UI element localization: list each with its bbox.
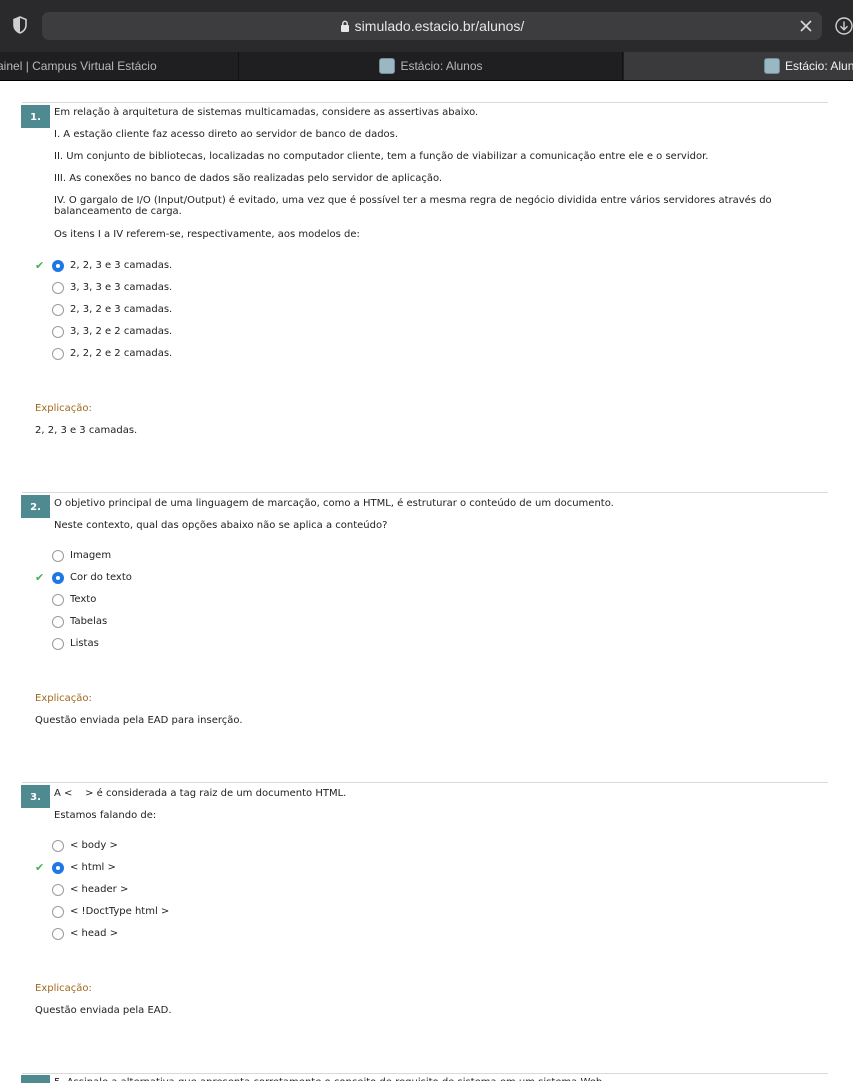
answer-option[interactable]: ✔ < html > [0,861,400,875]
favicon-icon [379,57,396,74]
option-label: 2, 3, 2 e 3 camadas. [70,304,173,315]
answer-option[interactable]: Texto [0,593,400,607]
question-statement: O objetivo principal de uma linguagem de… [54,498,614,509]
option-label: Listas [70,638,99,649]
option-label: < !DoctType html > [70,906,170,917]
explanation-label: Explicação: [35,693,92,704]
question-prompt: Neste contexto, qual das opções abaixo n… [54,520,388,531]
tab-strip: ainel | Campus Virtual Estácio Estácio: … [0,52,853,81]
shield-icon[interactable] [12,16,28,34]
option-label: 2, 2, 2 e 2 camadas. [70,348,173,359]
url-display[interactable]: simulado.estacio.br/alunos/ [42,12,822,40]
answer-option[interactable]: Imagem [0,549,400,563]
answer-option[interactable]: ✔ Cor do texto [0,571,400,585]
correct-check-icon: ✔ [35,571,45,584]
radio-button[interactable] [52,550,64,562]
explanation-text: Questão enviada pela EAD. [35,1005,172,1016]
question-number-badge: 2. [21,495,50,518]
divider [22,782,828,783]
option-label: Cor do texto [70,572,132,583]
tab-title: Estácio: Alunos [400,59,483,73]
option-label: < head > [70,928,119,939]
answer-option[interactable]: < header > [0,883,400,897]
download-icon[interactable] [834,16,853,36]
divider [22,102,828,103]
option-label: Texto [70,594,97,605]
explanation-text: 2, 2, 3 e 3 camadas. [35,425,138,436]
radio-button[interactable] [52,840,64,852]
question-statement: IV. O gargalo de I/O (Input/Output) é ev… [54,195,772,217]
question-statement: II. Um conjunto de bibliotecas, localiza… [54,151,709,162]
answer-option[interactable]: ✔ 2, 2, 3 e 3 camadas. [0,259,400,273]
lock-icon [340,20,349,33]
radio-button[interactable] [52,884,64,896]
option-label: Tabelas [70,616,108,627]
answer-option[interactable]: < head > [0,927,400,941]
tab-title: Estácio: Alun [785,59,853,73]
question-number-badge [21,1075,50,1083]
answer-option[interactable]: 3, 3, 2 e 2 camadas. [0,325,400,339]
answer-option[interactable]: 3, 3, 3 e 3 camadas. [0,281,400,295]
option-label: 2, 2, 3 e 3 camadas. [70,260,173,271]
option-label: Imagem [70,550,112,561]
tab-campus-virtual[interactable]: ainel | Campus Virtual Estácio [0,52,239,80]
correct-check-icon: ✔ [35,259,45,272]
question-number-badge: 3. [21,785,50,808]
correct-check-icon: ✔ [35,861,45,874]
option-label: 3, 3, 3 e 3 camadas. [70,282,173,293]
explanation-label: Explicação: [35,983,92,994]
radio-button[interactable] [52,638,64,650]
radio-button[interactable] [52,282,64,294]
answer-option[interactable]: Tabelas [0,615,400,629]
favicon-icon [764,57,780,74]
radio-button[interactable] [52,304,64,316]
option-label: < body > [70,840,118,851]
radio-button[interactable] [52,928,64,940]
radio-button[interactable] [52,616,64,628]
divider [22,1073,828,1074]
answer-option[interactable]: < !DoctType html > [0,905,400,919]
close-icon[interactable] [796,16,816,36]
explanation-label: Explicação: [35,403,92,414]
question-statement: A < > é considerada a tag raiz de um doc… [54,788,347,799]
tab-estacio-alunos-active[interactable]: Estácio: Alun [624,52,853,80]
radio-button[interactable] [52,326,64,338]
question-prompt: Os itens I a IV referem-se, respectivame… [54,229,360,240]
question-prompt: Estamos falando de: [54,810,157,821]
radio-button[interactable] [52,906,64,918]
explanation-text: Questão enviada pela EAD para inserção. [35,715,243,726]
option-label: 3, 3, 2 e 2 camadas. [70,326,173,337]
radio-button-selected[interactable] [52,862,64,874]
address-bar[interactable]: simulado.estacio.br/alunos/ [42,12,822,40]
question-statement: III. As conexões no banco de dados são r… [54,173,443,184]
option-label: < header > [70,884,129,895]
tab-title: ainel | Campus Virtual Estácio [0,59,157,73]
option-label: < html > [70,862,116,873]
question-statement-partial: 5. Assinale a alternativa que apresenta … [54,1077,814,1081]
answer-option[interactable]: Listas [0,637,400,651]
radio-button-selected[interactable] [52,260,64,272]
tab-estacio-alunos[interactable]: Estácio: Alunos [240,52,623,80]
answer-option[interactable]: < body > [0,839,400,853]
browser-toolbar: simulado.estacio.br/alunos/ [0,0,853,52]
answer-option[interactable]: 2, 2, 2 e 2 camadas. [0,347,400,361]
url-text: simulado.estacio.br/alunos/ [354,18,525,34]
question-statement: I. A estação cliente faz acesso direto a… [54,129,399,140]
radio-button-selected[interactable] [52,572,64,584]
answer-option[interactable]: 2, 3, 2 e 3 camadas. [0,303,400,317]
question-statement: Em relação à arquitetura de sistemas mul… [54,107,479,118]
radio-button[interactable] [52,348,64,360]
question-number-badge: 1. [21,105,50,128]
divider [22,492,828,493]
radio-button[interactable] [52,594,64,606]
